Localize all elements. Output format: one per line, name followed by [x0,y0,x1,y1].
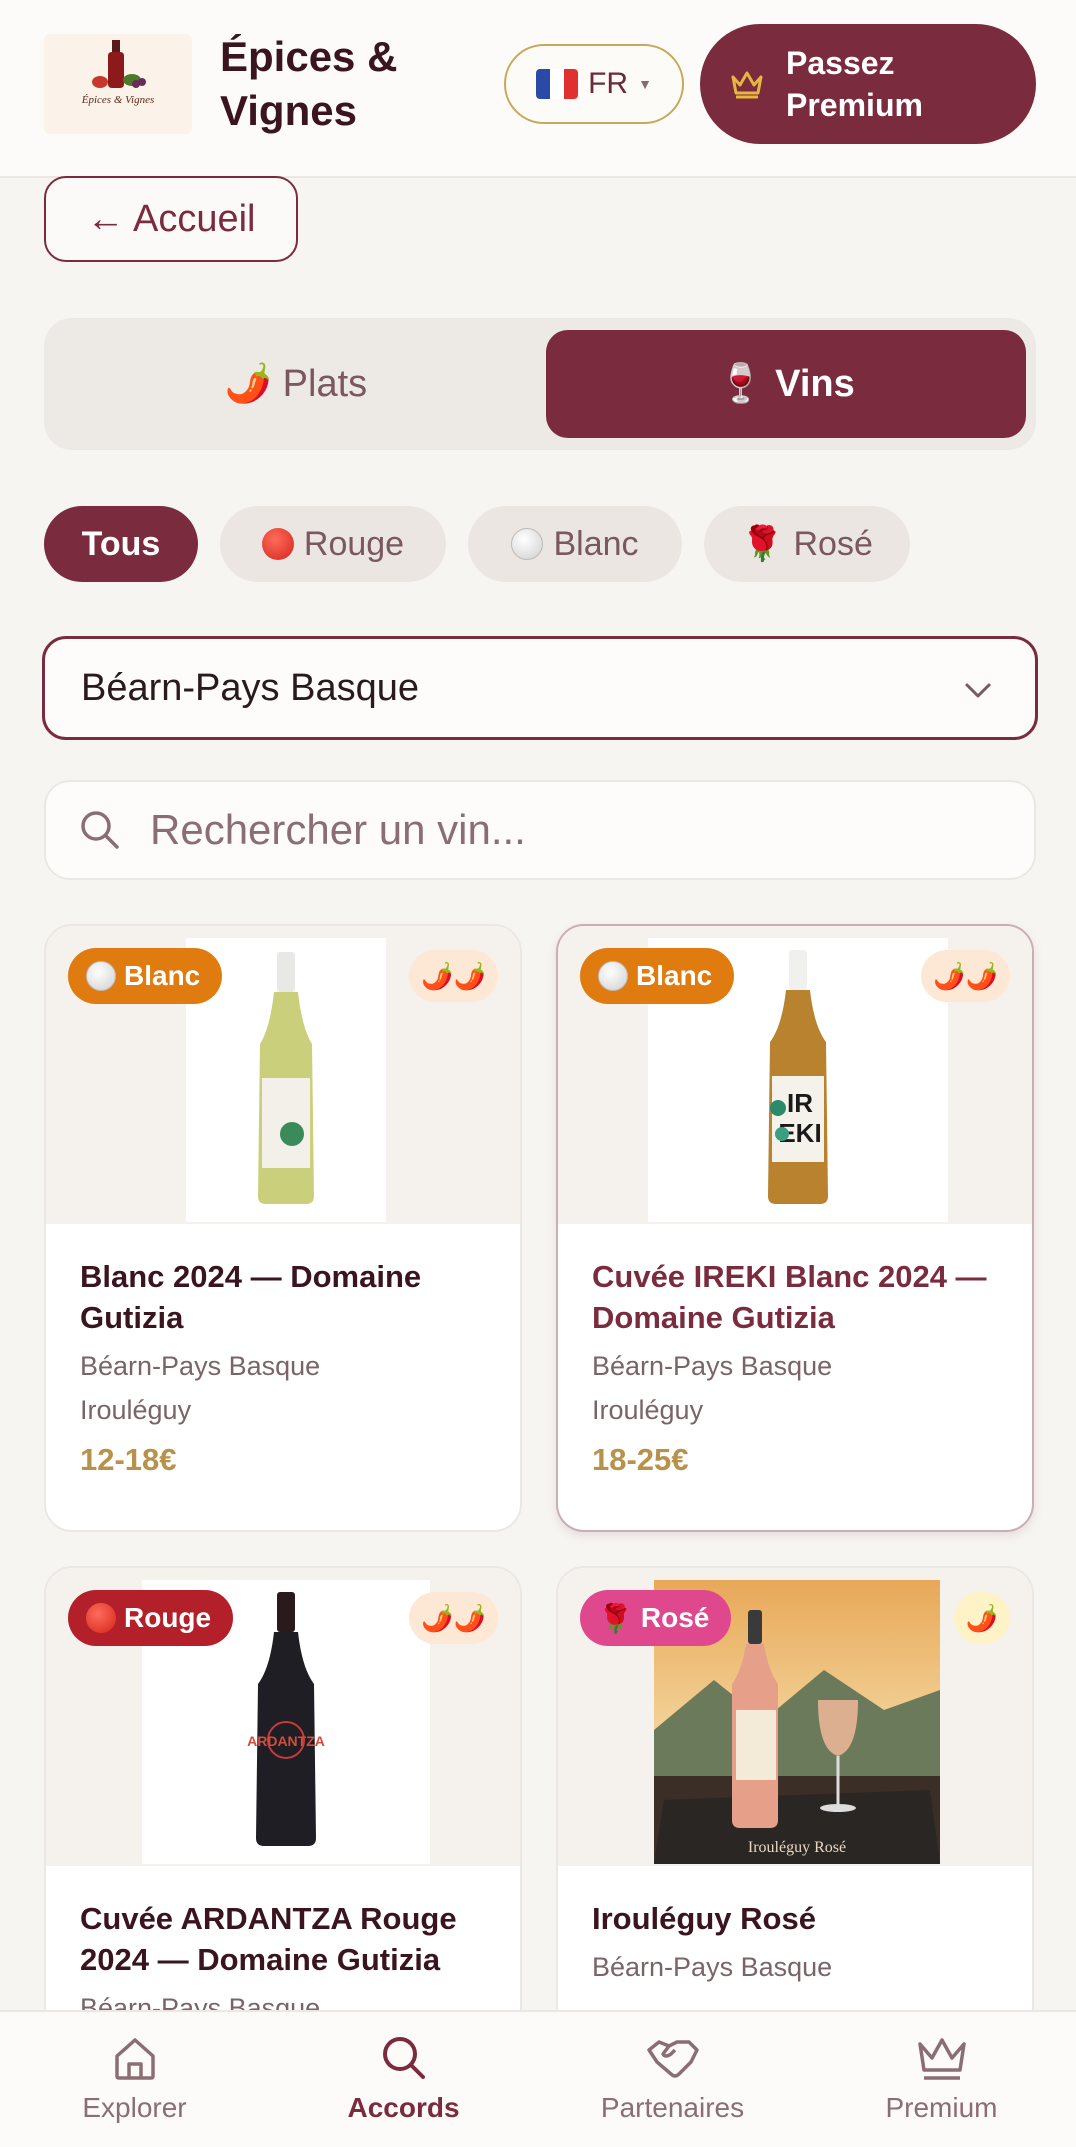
red-dot-icon [261,528,294,560]
search-input[interactable] [150,806,1034,854]
region-select-value: Béarn-Pays Basque [81,666,419,709]
home-icon [114,2038,155,2080]
spice-level-badge: 🌶️🌶️ [921,950,1010,1002]
rose-icon: 🌹 [598,1602,633,1634]
app-logo[interactable]: Épices & Vignes [44,34,192,134]
nav-explorer[interactable]: Explorer [0,2012,269,2147]
mode-segmented-control: 🌶️ Plats 🍷 Vins [44,318,1036,450]
svg-text:IR: IR [787,1088,813,1118]
wine-image-area: IR EKI Blanc 🌶️🌶️ [558,926,1032,1224]
chili-icon: 🌶️ [965,1602,998,1633]
french-flag-icon [536,69,579,99]
spice-level-badge: 🌶️🌶️ [409,950,498,1002]
wine-type-badge: Rouge [68,1590,234,1646]
language-label: FR [588,67,629,100]
bottom-navigation: Explorer Accords Partenaires Premium [0,2010,1076,2147]
nav-accords[interactable]: Accords [269,2012,538,2147]
filter-chip-rouge[interactable]: Rouge [220,506,446,582]
chip-label: Rouge [303,524,405,563]
wine-card[interactable]: Blanc 🌶️🌶️ Blanc 2024 — Domaine Gutizia … [44,924,522,1532]
filter-chip-blanc[interactable]: Blanc [468,506,682,582]
nav-premium[interactable]: Premium [807,2012,1076,2147]
wine-card[interactable]: ARDANTZA Rouge 🌶️🌶️ Cuvée ARDANTZA Rouge… [44,1566,522,2066]
search-icon [382,2037,425,2079]
wine-type-badge: Blanc [68,948,223,1004]
wine-type-badge: 🌹 Rosé [580,1590,732,1646]
wine-type-badge: Blanc [580,948,735,1004]
wine-price: 18-25€ [592,1442,689,1477]
language-selector[interactable]: FR ▼ [504,44,684,124]
nav-label: Partenaires [600,2092,745,2123]
region-select[interactable]: Béarn-Pays Basque [42,636,1038,740]
nav-label: Accords [347,2092,460,2123]
tab-vins-label: 🍷 Vins [717,363,855,405]
filter-chip-tous[interactable]: Tous [44,506,198,582]
spice-level-badge: 🌶️ [953,1592,1010,1644]
wine-region: Béarn-Pays Basque [592,1952,833,1982]
wine-name: Cuvée IREKI Blanc 2024 — Domaine Gutizia [592,1259,987,1335]
red-dot-icon [86,1603,116,1633]
handshake-icon [646,2040,699,2078]
premium-button[interactable]: Passez Premium [700,24,1036,144]
wine-name: Blanc 2024 — Domaine Gutizia [80,1259,422,1335]
chip-label: Rosé [793,524,873,563]
wine-appellation: Irouléguy [80,1395,192,1425]
wine-region: Béarn-Pays Basque [592,1351,833,1381]
wine-image-area: Irouléguy Rosé 🌹 Rosé 🌶️ [558,1568,1032,1866]
rose-icon: 🌹 [741,525,784,563]
wine-name: Cuvée ARDANTZA Rouge 2024 — Domaine Guti… [80,1901,457,1977]
tab-vins[interactable]: 🍷 Vins [546,330,1026,438]
photo-caption: Irouléguy Rosé [748,1839,846,1856]
filter-chip-rose[interactable]: 🌹 Rosé [704,506,910,582]
white-dot-icon [598,961,628,991]
white-dot-icon [86,961,116,991]
wine-type-label: Blanc [124,960,201,991]
wine-type-label: Rosé [640,1602,710,1633]
chili-icon: 🌶️🌶️ [421,1602,486,1633]
wine-region: Béarn-Pays Basque [80,1351,321,1381]
wine-appellation: Irouléguy [592,1395,704,1425]
crown-icon [731,71,763,99]
chip-label: Tous [81,524,161,563]
search-icon [81,811,119,849]
chili-icon: 🌶️🌶️ [421,960,486,991]
chili-icon: 🌶️🌶️ [933,960,998,991]
white-dot-icon [511,528,544,560]
wine-search [44,780,1036,880]
svg-text:ARDANTZA: ARDANTZA [247,1733,325,1749]
logo-text: Épices & Vignes [81,94,155,106]
crown-icon [917,2038,966,2080]
premium-label: Passez Premium [786,45,923,123]
tab-plats-label: 🌶️ Plats [224,363,368,405]
app-header: Épices & Vignes Épices & Vignes FR ▼ Pas… [0,0,1076,178]
chip-label: Blanc [553,524,639,563]
nav-label: Premium [885,2092,998,2123]
wine-card[interactable]: Irouléguy Rosé 🌹 Rosé 🌶️ Irouléguy Rosé … [556,1566,1034,2066]
wine-image-area: ARDANTZA Rouge 🌶️🌶️ [46,1568,520,1866]
nav-partenaires[interactable]: Partenaires [538,2012,807,2147]
chevron-down-icon [965,683,991,698]
back-home-button[interactable]: ← Accueil [44,176,298,262]
wine-price: 12-18€ [80,1442,177,1477]
tab-plats[interactable]: 🌶️ Plats [56,330,536,438]
nav-label: Explorer [82,2092,187,2123]
wine-image-area: Blanc 🌶️🌶️ [46,926,520,1224]
wine-card[interactable]: IR EKI Blanc 🌶️🌶️ Cuvée IREKI Blanc 2024… [556,924,1034,1532]
wine-bottle-logo-icon [92,40,146,88]
wine-type-label: Rouge [124,1602,212,1633]
back-home-label: ← Accueil [86,197,256,240]
wine-type-label: Blanc [636,960,713,991]
caret-down-icon: ▼ [638,76,652,92]
wine-name: Irouléguy Rosé [592,1901,816,1936]
app-title: Épices & Vignes [220,33,398,134]
spice-level-badge: 🌶️🌶️ [409,1592,498,1644]
